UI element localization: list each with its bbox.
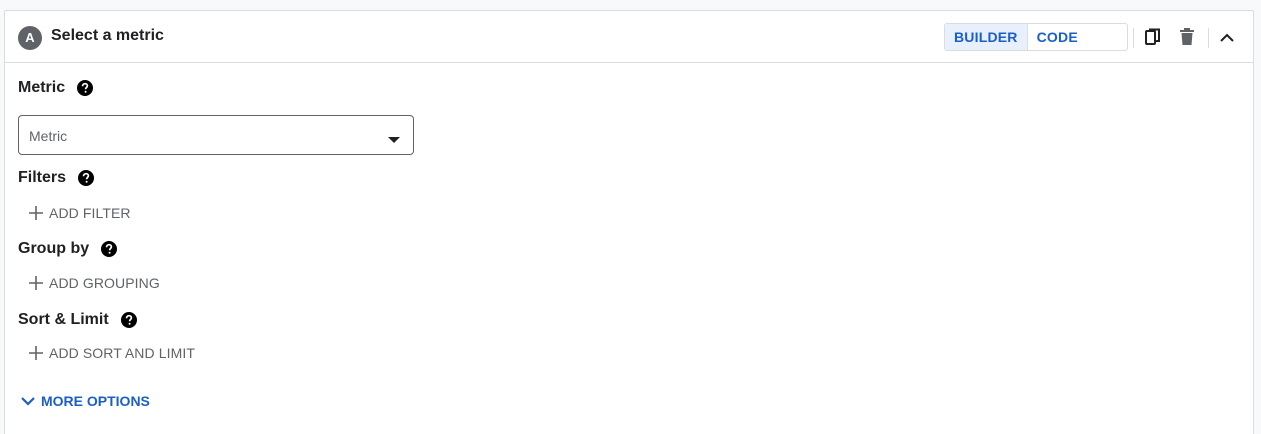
header-divider [1133, 28, 1134, 48]
add-grouping-button[interactable]: ADD GROUPING [29, 275, 160, 291]
help-icon[interactable] [101, 241, 118, 257]
plus-icon [29, 346, 43, 360]
add-sort-limit-button[interactable]: ADD SORT AND LIMIT [29, 345, 195, 361]
copy-icon[interactable] [1141, 25, 1165, 49]
metric-select-value: Metric [29, 128, 68, 144]
metric-select[interactable]: Metric [18, 115, 414, 155]
filters-label: Filters [18, 169, 67, 186]
mode-toggle: BUILDER CODE EDITOR [944, 23, 1128, 51]
more-options-label: MORE OPTIONS [41, 393, 150, 409]
help-icon[interactable] [78, 170, 95, 186]
sort-limit-label: Sort & Limit [18, 311, 109, 328]
add-filter-label: ADD FILTER [49, 205, 131, 221]
plus-icon [29, 206, 43, 220]
plus-icon [29, 276, 43, 290]
code-editor-tab[interactable]: CODE EDITOR [1028, 24, 1127, 50]
group-by-label: Group by [18, 240, 90, 257]
group-by-section-label: Group by [18, 240, 118, 258]
builder-tab[interactable]: BUILDER [945, 24, 1028, 50]
chevron-down-icon [21, 396, 35, 406]
query-badge: A [18, 26, 42, 50]
add-grouping-label: ADD GROUPING [49, 275, 160, 291]
query-title: Select a metric [51, 27, 164, 44]
help-icon[interactable] [120, 312, 137, 328]
header-divider [1208, 28, 1209, 48]
add-sort-limit-label: ADD SORT AND LIMIT [49, 345, 195, 361]
sort-limit-section-label: Sort & Limit [18, 311, 137, 329]
metric-section-label: Metric [18, 79, 94, 97]
filters-section-label: Filters [18, 169, 95, 187]
chevron-up-icon[interactable] [1215, 25, 1239, 49]
query-panel: A Select a metric BUILDER CODE EDITOR [4, 10, 1254, 434]
query-header: A Select a metric BUILDER CODE EDITOR [5, 11, 1253, 63]
add-filter-button[interactable]: ADD FILTER [29, 205, 131, 221]
more-options-button[interactable]: MORE OPTIONS [21, 393, 150, 409]
metric-label: Metric [18, 79, 66, 96]
help-icon[interactable] [77, 80, 94, 96]
dropdown-arrow-icon [388, 131, 400, 149]
delete-icon[interactable] [1175, 25, 1199, 49]
